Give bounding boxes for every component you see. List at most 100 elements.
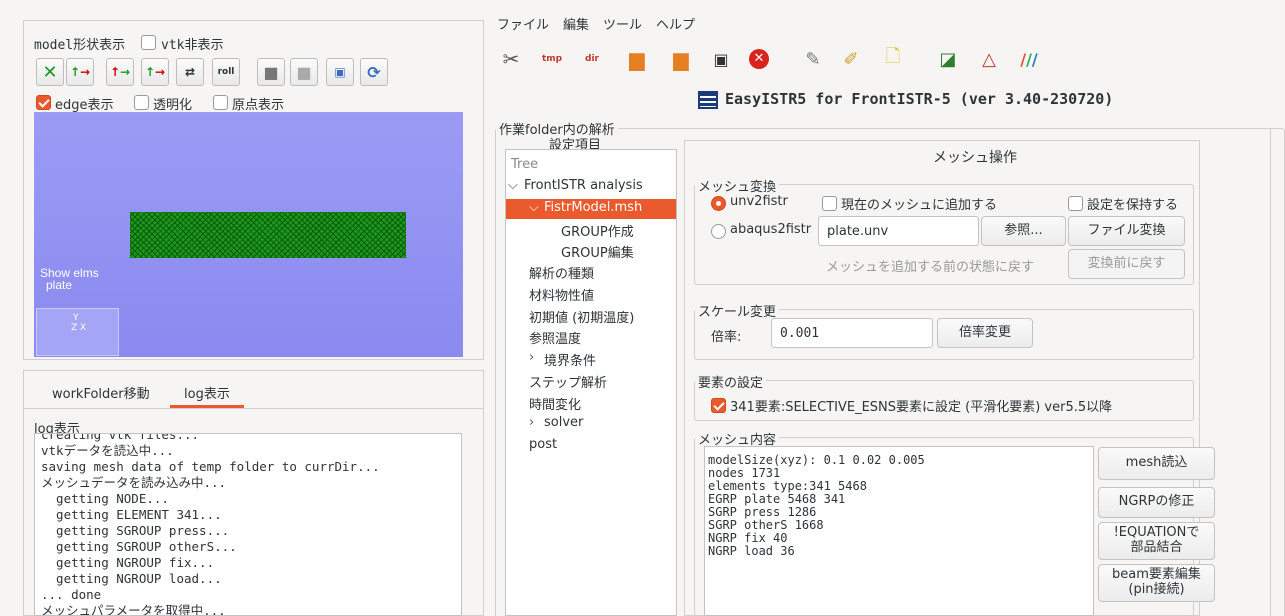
equation-line2: 部品結合 <box>1130 540 1183 555</box>
restore-before-convert-button[interactable]: 変換前に戻す <box>1068 249 1185 279</box>
roll-view-icon[interactable]: roll <box>212 58 240 86</box>
menu-edit[interactable]: 編集 <box>563 14 589 34</box>
log-textview[interactable]: creating vtk files... vtkデータを読込中... saving… <box>34 433 462 616</box>
unv2fistr-radio[interactable] <box>711 196 726 211</box>
chevron-right-icon[interactable]: › <box>529 415 534 430</box>
tree-header: Tree <box>511 157 539 172</box>
axis-y-label: Y <box>73 313 79 323</box>
tree-item[interactable]: solver <box>544 415 583 430</box>
close-red-icon[interactable]: ✕ <box>746 46 772 72</box>
reload-view-icon[interactable]: ⟳ <box>360 58 388 86</box>
tree-item[interactable]: GROUP編集 <box>561 242 634 261</box>
browse-button[interactable]: 参照... <box>981 216 1066 246</box>
tree-item[interactable]: 境界条件 <box>544 350 596 369</box>
tmp-icon[interactable]: tmp <box>539 46 565 72</box>
chevron-down-icon[interactable]: ⌵ <box>529 200 539 215</box>
mesh-ops-title: メッシュ操作 <box>933 150 1017 166</box>
tri-icon[interactable]: △ <box>976 46 1002 72</box>
log-line: getting SGROUP press... <box>41 523 230 538</box>
mesh-plate <box>130 212 406 258</box>
add-mesh-checkbox[interactable] <box>822 196 837 211</box>
equation-line1: !EQUATIONで <box>1113 525 1200 541</box>
menu-file[interactable]: ファイル <box>497 14 549 34</box>
tab-workfolder[interactable]: workFolder移動 <box>52 383 150 402</box>
mesh-file-entry[interactable]: plate.unv <box>818 216 979 246</box>
vtk-hide-checkbox[interactable] <box>141 35 156 50</box>
folder-save-icon[interactable]: ▆ <box>668 46 694 72</box>
unv2fistr-label: unv2fistr <box>730 194 788 209</box>
dir-icon[interactable]: dir <box>579 46 605 72</box>
tree-item[interactable]: 材料物性値 <box>529 285 594 304</box>
abaqus2fistr-radio[interactable] <box>711 224 726 239</box>
mesh-info-line: NGRP load 36 <box>708 544 795 558</box>
app-title: EasyISTR5 for FrontISTR-5 (ver 3.40-2307… <box>725 90 1114 108</box>
colors-icon[interactable]: / / / <box>1016 46 1042 72</box>
fit-view-icon[interactable]: ✕ <box>36 58 64 86</box>
log-line: メッシュデータを読み込み中... <box>41 475 227 490</box>
overlay-line2: plate <box>46 278 73 292</box>
origin-checkbox[interactable] <box>213 95 228 110</box>
convert-file-button[interactable]: ファイル変換 <box>1068 216 1185 246</box>
log-line: getting SGROUP otherS... <box>41 539 237 554</box>
element-title: 要素の設定 <box>695 372 767 391</box>
menu-help[interactable]: ヘルプ <box>656 14 695 34</box>
edge-label: edge表示 <box>55 98 114 113</box>
brush-icon[interactable]: ✐ <box>838 46 864 72</box>
transparent-label: 透明化 <box>153 98 193 113</box>
vtk-viewport[interactable]: Show elms plate Y Z X <box>34 112 463 357</box>
beam-line1: beam要素編集 <box>1112 567 1201 583</box>
terminal-icon[interactable]: ▣ <box>708 46 734 72</box>
log-line: ... done <box>41 587 102 602</box>
tree-item[interactable]: post <box>529 437 557 452</box>
x-view-icon[interactable]: ↑ → <box>66 58 94 86</box>
flip-view-icon[interactable]: ⇄ <box>176 58 204 86</box>
folder-open-icon[interactable]: ▆ <box>624 46 650 72</box>
equation-merge-button[interactable]: !EQUATIONで 部品結合 <box>1098 522 1215 560</box>
scale-title: スケール変更 <box>695 301 780 320</box>
chevron-down-icon[interactable]: ⌵ <box>508 178 518 193</box>
wire-view-icon[interactable]: ■ <box>290 58 318 86</box>
y-view-icon[interactable]: ↑ → <box>106 58 134 86</box>
scale-ratio-value: 0.001 <box>780 325 820 341</box>
keep-settings-checkbox[interactable] <box>1068 196 1083 211</box>
tree-item[interactable]: 参照温度 <box>529 328 581 347</box>
tree-item[interactable]: FistrModel.msh <box>544 200 642 215</box>
tree-item[interactable]: 時間変化 <box>529 394 581 413</box>
selective-esns-checkbox[interactable] <box>711 398 726 413</box>
scale-ratio-entry[interactable]: 0.001 <box>771 318 933 348</box>
tree-item[interactable]: GROUP作成 <box>561 221 634 240</box>
scissors-icon[interactable]: ✂ <box>498 46 524 72</box>
beam-line2: (pin接続) <box>1128 582 1185 597</box>
tree-item[interactable]: ステップ解析 <box>529 372 607 391</box>
z-view-icon[interactable]: ↑ → <box>141 58 169 86</box>
menu-tools[interactable]: ツール <box>603 14 642 34</box>
apply-scale-button[interactable]: 倍率変更 <box>937 318 1033 348</box>
edge-checkbox[interactable] <box>36 95 51 110</box>
log-line: getting NGROUP fix... <box>41 555 215 570</box>
mesh-content-textview[interactable]: modelSize(xyz): 0.1 0.02 0.005 nodes 1731… <box>704 446 1094 616</box>
chevron-right-icon[interactable]: › <box>529 350 534 365</box>
capture-view-icon[interactable]: ▣ <box>326 58 354 86</box>
orientation-widget: Y Z X <box>36 308 119 356</box>
new-file-icon[interactable]: 🗋 <box>880 46 906 72</box>
menubar: ファイル 編集 ツール ヘルプ <box>497 14 695 34</box>
tree-item[interactable]: 初期値 (初期温度) <box>529 307 634 326</box>
model-shape-label: model形状表示 <box>34 38 126 53</box>
tree-item[interactable]: FrontISTR analysis <box>524 178 643 193</box>
abaqus2fistr-label: abaqus2fistr <box>730 222 812 237</box>
tab-log[interactable]: log表示 <box>184 383 230 402</box>
mesh-read-button[interactable]: mesh読込 <box>1098 447 1215 480</box>
ngrp-fix-button[interactable]: NGRPの修正 <box>1098 487 1215 518</box>
beam-edit-button[interactable]: beam要素編集 (pin接続) <box>1098 564 1215 602</box>
app-logo-icon <box>698 91 718 109</box>
tab-separator <box>23 408 484 409</box>
tree-item[interactable]: 解析の種類 <box>529 263 594 282</box>
transparent-checkbox[interactable] <box>134 95 149 110</box>
mesh-convert-title: メッシュ変換 <box>695 176 780 195</box>
paraview-icon[interactable]: ◪ <box>935 46 961 72</box>
restore-before-add-label: メッシュを追加する前の状態に戻す <box>826 260 1035 275</box>
solid-view-icon[interactable]: ■ <box>257 58 285 86</box>
log-line: creating vtk files... <box>41 433 200 442</box>
log-line: vtkデータを読込中... <box>41 443 174 458</box>
edit-icon[interactable]: ✎ <box>800 46 826 72</box>
